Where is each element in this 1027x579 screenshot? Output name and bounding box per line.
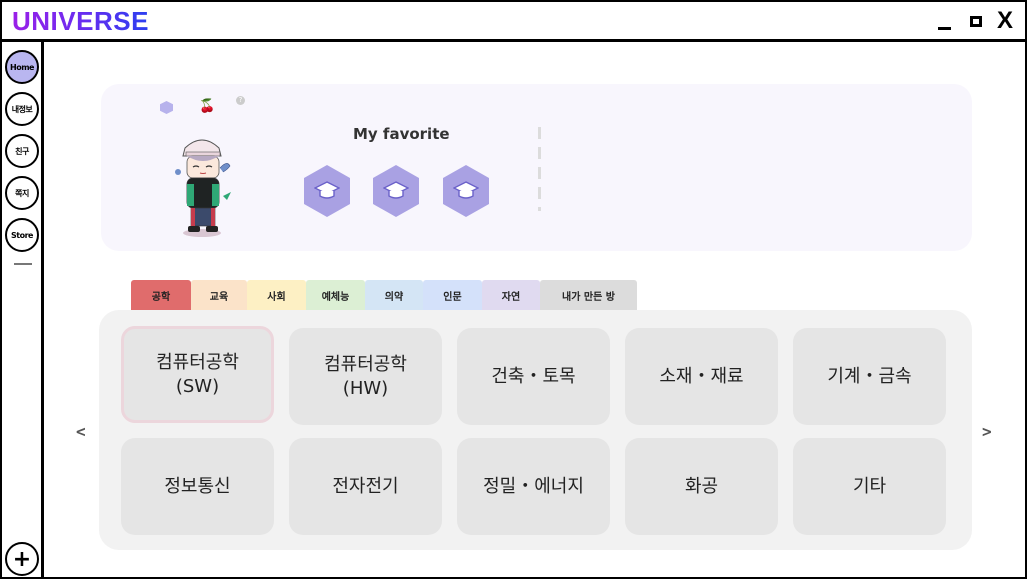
sidebar-item-home[interactable]: Home bbox=[5, 50, 39, 84]
category-info-comm[interactable]: 정보통신 bbox=[121, 438, 274, 535]
tab-engineering[interactable]: 공학 bbox=[131, 280, 191, 310]
category-precision-energy[interactable]: 정밀・에너지 bbox=[457, 438, 610, 535]
tab-arts-sports[interactable]: 예체능 bbox=[306, 280, 365, 310]
tab-medicine[interactable]: 의약 bbox=[365, 280, 423, 310]
tab-my-rooms[interactable]: 내가 만든 방 bbox=[540, 280, 637, 310]
category-computer-sw[interactable]: 컴퓨터공학 (SW) bbox=[121, 326, 274, 423]
avatar bbox=[175, 139, 231, 237]
favorites-title: My favorite bbox=[353, 125, 450, 143]
favorites-divider bbox=[538, 127, 541, 211]
category-other[interactable]: 기타 bbox=[793, 438, 946, 535]
category-computer-hw[interactable]: 컴퓨터공학 (HW) bbox=[289, 328, 442, 425]
title-bar: UNIVERSE X bbox=[2, 2, 1025, 42]
graduation-cap-icon bbox=[383, 181, 409, 199]
category-architecture-civil[interactable]: 건축・토목 bbox=[457, 328, 610, 425]
category-materials[interactable]: 소재・재료 bbox=[625, 328, 778, 425]
help-icon[interactable]: ? bbox=[236, 96, 245, 105]
tab-natural-science[interactable]: 자연 bbox=[482, 280, 540, 310]
close-button[interactable]: X bbox=[993, 7, 1017, 34]
app-title: UNIVERSE bbox=[12, 6, 149, 36]
favorite-slot-1[interactable] bbox=[304, 165, 350, 217]
next-page-button[interactable]: > bbox=[982, 422, 992, 441]
minimize-button[interactable] bbox=[932, 8, 956, 34]
category-tabs: 공학 교육 사회 예체능 의약 인문 자연 내가 만든 방 bbox=[131, 280, 637, 310]
graduation-cap-icon bbox=[453, 181, 479, 199]
graduation-cap-icon bbox=[314, 181, 340, 199]
category-mechanical-metal[interactable]: 기계・금속 bbox=[793, 328, 946, 425]
cherry-icon[interactable]: 🍒 bbox=[199, 99, 215, 114]
maximize-icon bbox=[970, 15, 982, 27]
favorite-slot-3[interactable] bbox=[443, 165, 489, 217]
tab-humanities[interactable]: 인문 bbox=[423, 280, 482, 310]
tab-society[interactable]: 사회 bbox=[247, 280, 306, 310]
sidebar-item-messages[interactable]: 쪽지 bbox=[5, 176, 39, 210]
tab-education[interactable]: 교육 bbox=[191, 280, 247, 310]
badge-icon[interactable] bbox=[160, 101, 173, 114]
favorites-panel: 🍒 ? My favorite bbox=[101, 84, 972, 251]
minimize-icon bbox=[937, 26, 951, 30]
category-chemical[interactable]: 화공 bbox=[625, 438, 778, 535]
category-grid: 컴퓨터공학 (SW) 컴퓨터공학 (HW) 건축・토목 소재・재료 기계・금속 … bbox=[99, 310, 972, 550]
sidebar: Home 내정보 친구 쪽지 Store + bbox=[2, 42, 44, 577]
sidebar-item-store[interactable]: Store bbox=[5, 218, 39, 252]
app-window: UNIVERSE X Home 내정보 친구 쪽지 Store + 🍒 ? My… bbox=[0, 0, 1027, 579]
category-electrical-electronic[interactable]: 전자전기 bbox=[289, 438, 442, 535]
add-button[interactable]: + bbox=[5, 542, 39, 576]
maximize-button[interactable] bbox=[964, 8, 988, 34]
sidebar-item-my-info[interactable]: 내정보 bbox=[5, 92, 39, 126]
favorite-slot-2[interactable] bbox=[373, 165, 419, 217]
prev-page-button[interactable]: < bbox=[76, 422, 86, 441]
sidebar-item-friends[interactable]: 친구 bbox=[5, 134, 39, 168]
sidebar-divider bbox=[14, 263, 32, 265]
